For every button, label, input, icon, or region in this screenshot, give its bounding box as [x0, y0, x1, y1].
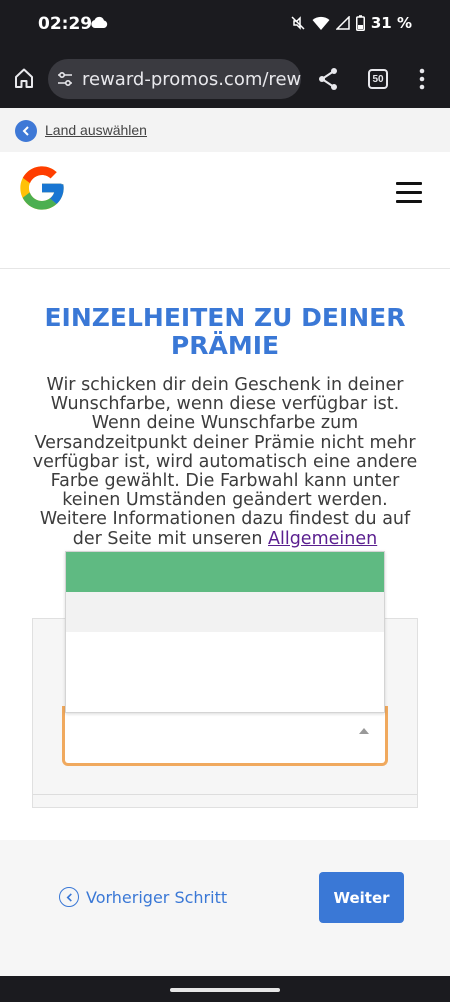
- address-bar[interactable]: reward-promos.com/reward: [48, 59, 301, 99]
- google-logo-icon: [20, 166, 64, 210]
- country-select-bar: Land auswählen: [0, 108, 450, 152]
- battery-icon: [355, 15, 365, 31]
- home-icon[interactable]: [12, 66, 36, 90]
- more-vert-icon[interactable]: [419, 68, 425, 90]
- next-button[interactable]: Weiter: [319, 872, 404, 923]
- previous-step-button[interactable]: Vorheriger Schritt: [59, 887, 227, 907]
- status-icons: 31 %: [290, 14, 412, 32]
- share-icon[interactable]: [317, 67, 339, 91]
- wifi-icon: [312, 16, 330, 30]
- cloud-icon: [91, 16, 108, 28]
- country-select-link[interactable]: Land auswählen: [45, 122, 147, 138]
- dropdown-option-selected[interactable]: [66, 552, 384, 592]
- color-dropdown: [65, 551, 385, 713]
- reward-description: Wir schicken dir dein Geschenk in deiner…: [26, 375, 424, 549]
- color-select[interactable]: [62, 706, 388, 766]
- system-navigation: [0, 976, 450, 1002]
- chevron-left-icon: [59, 887, 79, 907]
- status-bar: 02:29 31 %: [0, 0, 450, 50]
- header-divider: [0, 268, 450, 269]
- back-arrow-icon[interactable]: [15, 120, 37, 142]
- caret-up-icon: [359, 728, 369, 734]
- mute-icon: [291, 16, 305, 30]
- tab-count: 50: [372, 73, 384, 85]
- signal-icon: [335, 16, 350, 30]
- url-text[interactable]: reward-promos.com/reward: [82, 69, 301, 90]
- status-time: 02:29: [38, 14, 93, 34]
- previous-step-label: Vorheriger Schritt: [86, 887, 228, 907]
- dropdown-option[interactable]: [66, 592, 384, 632]
- card-divider: [33, 794, 417, 795]
- browser-toolbar: reward-promos.com/reward 50: [0, 50, 450, 108]
- tune-icon[interactable]: [56, 70, 74, 88]
- hamburger-icon[interactable]: [396, 182, 422, 204]
- page-title: EINZELHEITEN ZU DEINER PRÄMIE: [44, 303, 406, 360]
- gesture-handle[interactable]: [170, 988, 280, 992]
- tabs-icon[interactable]: 50: [368, 69, 388, 89]
- battery-percent: 31 %: [370, 14, 412, 32]
- description-text: Wir schicken dir dein Geschenk in deiner…: [32, 375, 418, 549]
- terms-link[interactable]: Allgemeinen: [268, 529, 377, 549]
- step-navigation: Vorheriger Schritt Weiter: [0, 840, 450, 976]
